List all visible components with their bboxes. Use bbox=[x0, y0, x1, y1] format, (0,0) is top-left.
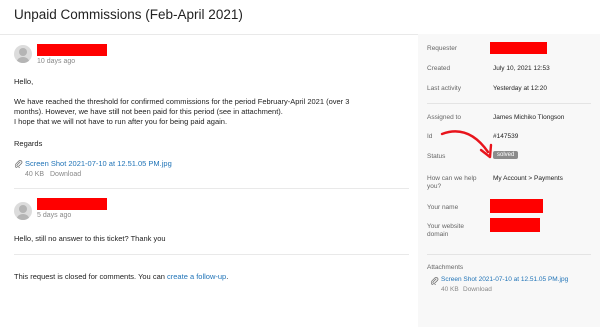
help-label-cont: you? bbox=[427, 183, 442, 190]
redacted-author-name bbox=[37, 198, 107, 210]
comment-line: months). However, we have still not been… bbox=[14, 107, 283, 116]
page-title: Unpaid Commissions (Feb-April 2021) bbox=[14, 7, 243, 22]
attachment-download-link[interactable]: Download bbox=[50, 171, 81, 178]
id-label: Id bbox=[427, 133, 433, 140]
assigned-value: James Michiko Tlongson bbox=[493, 114, 565, 121]
assigned-label: Assigned to bbox=[427, 114, 461, 121]
sidebar-attachment-link[interactable]: Screen Shot 2021-07-10 at 12.51.05 PM.jp… bbox=[441, 276, 568, 283]
comment-line: We have reached the threshold for confir… bbox=[14, 97, 350, 106]
comment-line: Hello, still no answer to this ticket? T… bbox=[14, 234, 166, 243]
created-value: July 10, 2021 12:53 bbox=[493, 65, 550, 72]
attachments-label: Attachments bbox=[427, 264, 464, 271]
redacted-author-name bbox=[37, 44, 107, 56]
closed-notice-suffix: . bbox=[226, 272, 229, 281]
sidebar-attachment-download-link[interactable]: Download bbox=[463, 286, 492, 293]
created-label: Created bbox=[427, 65, 451, 72]
avatar-icon bbox=[14, 202, 32, 220]
comment-time: 5 days ago bbox=[37, 212, 72, 219]
title-divider bbox=[0, 34, 418, 35]
comment-divider bbox=[14, 188, 409, 189]
redacted-website bbox=[490, 218, 540, 232]
attachment-link[interactable]: Screen Shot 2021-07-10 at 12.51.05 PM.jp… bbox=[25, 159, 172, 168]
closed-notice: This request is closed for comments. You… bbox=[14, 272, 228, 282]
avatar-icon bbox=[14, 45, 32, 63]
requester-label: Requester bbox=[427, 45, 457, 52]
attachment-size: 40 KB bbox=[25, 171, 45, 178]
sidebar-divider bbox=[427, 103, 591, 104]
follow-up-link[interactable]: create a follow-up bbox=[167, 272, 226, 281]
help-value: My Account > Payments bbox=[493, 175, 563, 182]
comment-line: I hope that we will not have to run afte… bbox=[14, 117, 228, 126]
your-name-label: Your name bbox=[427, 204, 459, 211]
paperclip-icon bbox=[431, 277, 439, 285]
last-activity-value: Yesterday at 12:20 bbox=[493, 85, 547, 92]
annotation-arrow-icon bbox=[440, 130, 493, 159]
redacted-your-name bbox=[490, 199, 543, 213]
comment-line: Hello, bbox=[14, 77, 34, 86]
website-label-cont: domain bbox=[427, 231, 449, 238]
sidebar-attachment-size: 40 KB bbox=[441, 286, 459, 293]
sidebar-divider bbox=[427, 254, 591, 255]
redacted-requester bbox=[490, 42, 547, 54]
paperclip-icon bbox=[15, 160, 23, 168]
comment-divider bbox=[14, 254, 409, 255]
last-activity-label: Last activity bbox=[427, 85, 461, 92]
comment-time: 10 days ago bbox=[37, 58, 76, 65]
comment-line: Regards bbox=[14, 139, 43, 148]
closed-notice-text: This request is closed for comments. You… bbox=[14, 272, 165, 281]
